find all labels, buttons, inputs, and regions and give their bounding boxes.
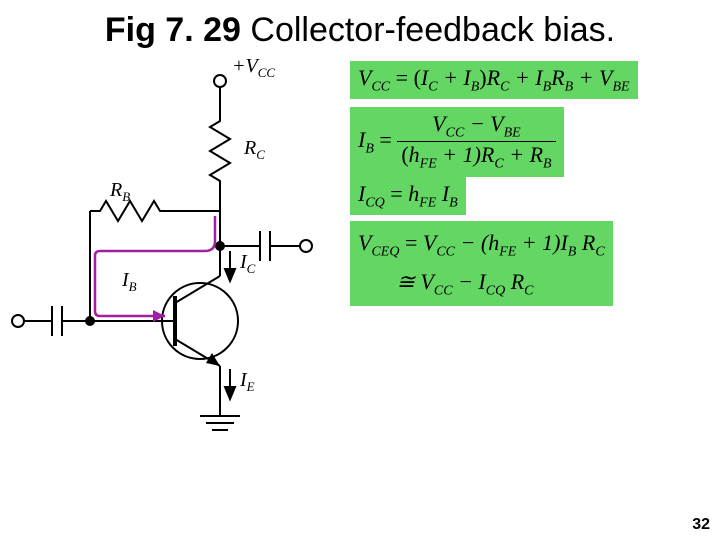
label-ic: IC [240,251,255,277]
page-number: 32 [692,516,710,534]
label-rc: RC [244,137,265,163]
label-ie: IE [240,369,255,395]
equation-vcc: VCC = (IC + IB)RC + IBRB + VBE [350,61,638,99]
figure-number: Fig 7. 29 [105,11,241,49]
equation-ib: IB = VCC − VBE (hFE + 1)RC + RB [350,107,564,177]
label-rb: RB [110,179,130,205]
content-area: +VCC RC RB IB IC IE VCC = (IC + IB)RC + … [0,51,720,491]
figure-title: Fig 7. 29 Collector-feedback bias. [0,0,720,51]
label-ib: IB [122,269,137,295]
equation-vceq: VCEQ = VCC − (hFE + 1)IB RC ≅ VCC − ICQ … [350,221,613,307]
figure-caption: Collector-feedback bias. [241,11,615,49]
equation-icq: ICQ = hFE IB [350,177,466,215]
label-vcc: +VCC [232,55,275,81]
circuit-diagram [0,51,340,471]
